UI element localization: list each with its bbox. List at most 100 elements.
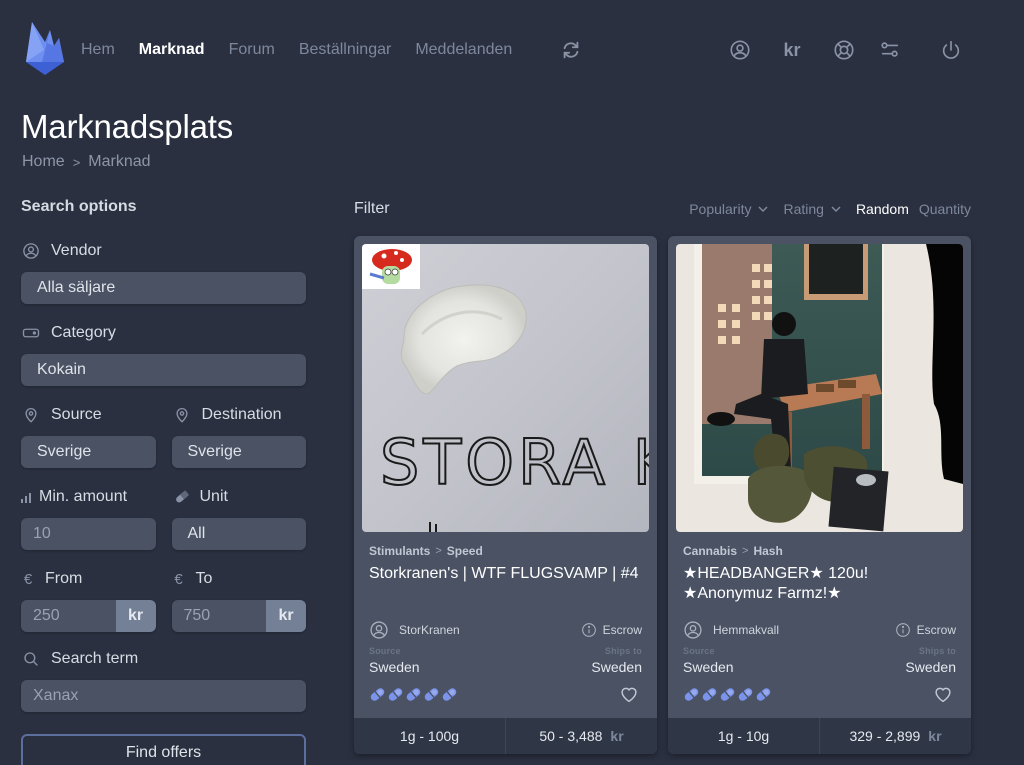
price-range: 329 - 2,899	[849, 728, 921, 744]
location-pin-icon	[21, 405, 41, 425]
min-amount-input[interactable]: 10	[21, 518, 156, 550]
price-from-label: From	[45, 570, 83, 587]
escrow-badge: Escrow	[916, 623, 956, 637]
search-icon	[21, 649, 41, 669]
listing-card[interactable]: Cannabis > Hash ★HEADBANGER★ 120u! ★Anon…	[668, 236, 971, 754]
rating-pill-icon	[702, 687, 717, 701]
listing-image[interactable]: STORA K	[362, 244, 649, 532]
price-to-field: € To 750 kr	[171, 568, 306, 632]
refresh-icon[interactable]	[559, 38, 583, 62]
listing-category-path: Stimulants > Speed	[369, 544, 642, 558]
search-term-input[interactable]: Xanax	[21, 680, 306, 712]
info-icon	[581, 623, 596, 637]
rating-pill-icon	[442, 687, 457, 701]
source-label: Source	[51, 406, 102, 423]
price-range-cell: 50 - 3,488 kr	[505, 718, 657, 754]
ships-to-value: Sweden	[591, 659, 642, 675]
pill-icon	[172, 487, 192, 507]
rating-pill-icon	[370, 687, 385, 701]
favorite-heart-icon[interactable]	[618, 683, 640, 705]
chevron-right-icon: >	[435, 545, 442, 557]
rating-pill-icon	[406, 687, 421, 701]
price-range: 50 - 3,488	[539, 728, 603, 744]
sort-popularity[interactable]: Popularity	[689, 201, 769, 217]
tag-icon	[21, 323, 41, 343]
currency-kr-icon[interactable]: kr	[780, 38, 804, 62]
listing-subcategory[interactable]: Speed	[447, 544, 483, 558]
min-amount-field: Min. amount 10	[21, 486, 156, 550]
location-pin-icon	[172, 405, 192, 425]
rating-pill-icon	[738, 687, 753, 701]
min-amount-label: Min. amount	[39, 488, 128, 505]
nav-link-bestallningar[interactable]: Beställningar	[299, 41, 392, 59]
source-value: Sweden	[683, 659, 734, 675]
price-to-input[interactable]: 750	[171, 600, 266, 632]
price-to-label: To	[195, 570, 213, 587]
ships-to-value: Sweden	[905, 659, 956, 675]
top-navigation: Hem Marknad Forum Beställningar Meddelan…	[0, 0, 1024, 100]
unit-label: Unit	[199, 488, 228, 505]
chevron-right-icon: >	[742, 545, 749, 557]
listing-title[interactable]: ★HEADBANGER★ 120u! ★Anonymuz Farmz!★	[683, 564, 956, 606]
page-title: Marknadsplats	[21, 108, 233, 145]
listing-subcategory[interactable]: Hash	[753, 544, 782, 558]
sort-quantity[interactable]: Quantity	[919, 201, 971, 217]
power-logout-icon[interactable]	[939, 38, 963, 62]
price-from-currency-addon: kr	[115, 600, 156, 632]
listing-category[interactable]: Cannabis	[683, 544, 737, 558]
search-options-heading: Search options	[21, 198, 137, 215]
price-from-field: € From 250 kr	[21, 568, 156, 632]
vendor-name[interactable]: StorKranen	[399, 623, 460, 637]
listing-title[interactable]: Storkranen's | WTF FLUGSVAMP | #4	[369, 564, 642, 606]
filter-label: Filter	[354, 200, 390, 217]
rating-pill-icon	[388, 687, 403, 701]
source-field: Source Sverige	[21, 404, 156, 468]
category-label: Category	[51, 324, 116, 341]
rating-pills	[683, 686, 772, 703]
vendor-name[interactable]: Hemmakvall	[713, 623, 779, 637]
favorite-heart-icon[interactable]	[932, 683, 954, 705]
listing-footer: 1g - 100g 50 - 3,488 kr	[354, 718, 657, 754]
quantity-range: 1g - 10g	[717, 728, 770, 744]
ships-to-label: Ships to	[604, 646, 642, 656]
search-term-label: Search term	[51, 650, 139, 667]
sort-rating[interactable]: Rating	[783, 201, 841, 217]
search-options-panel: Search options Vendor Alla säljare Categ…	[21, 198, 306, 765]
breadcrumb-current: Marknad	[88, 153, 151, 170]
destination-select[interactable]: Sverige	[171, 436, 306, 468]
unit-select[interactable]: All	[171, 518, 306, 550]
listing-card[interactable]: STORA K Stimulants > Speed Storkranen's …	[354, 236, 657, 754]
listing-image[interactable]	[676, 244, 963, 532]
nav-link-hem[interactable]: Hem	[81, 41, 115, 59]
source-label: Source	[683, 646, 715, 656]
nav-link-forum[interactable]: Forum	[229, 41, 275, 59]
sort-random[interactable]: Random	[856, 201, 909, 217]
user-icon	[21, 241, 41, 261]
price-to-currency-addon: kr	[266, 600, 306, 632]
user-account-icon[interactable]	[728, 38, 752, 62]
rating-pill-icon	[424, 687, 439, 701]
settings-sliders-icon[interactable]	[878, 38, 902, 62]
nav-link-meddelanden[interactable]: Meddelanden	[415, 41, 512, 59]
breadcrumb-home[interactable]: Home	[22, 153, 65, 171]
category-select[interactable]: Kokain	[21, 354, 306, 386]
vendor-select[interactable]: Alla säljare	[21, 272, 306, 304]
info-icon	[895, 623, 910, 637]
euro-icon: €	[23, 570, 33, 588]
breadcrumb: Home > Marknad	[22, 153, 151, 171]
listing-category[interactable]: Stimulants	[369, 544, 430, 558]
chevron-down-icon	[758, 206, 768, 213]
destination-field: Destination Sverige	[171, 404, 306, 468]
source-select[interactable]: Sverige	[21, 436, 156, 468]
unit-field: Unit All	[171, 486, 306, 550]
find-offers-button[interactable]: Find offers	[21, 734, 306, 765]
support-lifebuoy-icon[interactable]	[832, 38, 856, 62]
price-from-input[interactable]: 250	[21, 600, 116, 632]
nav-link-marknad[interactable]: Marknad	[139, 41, 205, 59]
search-term-field: Search term Xanax	[21, 648, 306, 712]
breadcrumb-separator: >	[72, 154, 81, 170]
logo-icon[interactable]	[24, 20, 66, 75]
rating-pill-icon	[684, 687, 699, 701]
listing-category-path: Cannabis > Hash	[683, 544, 956, 558]
escrow-badge: Escrow	[602, 623, 642, 637]
